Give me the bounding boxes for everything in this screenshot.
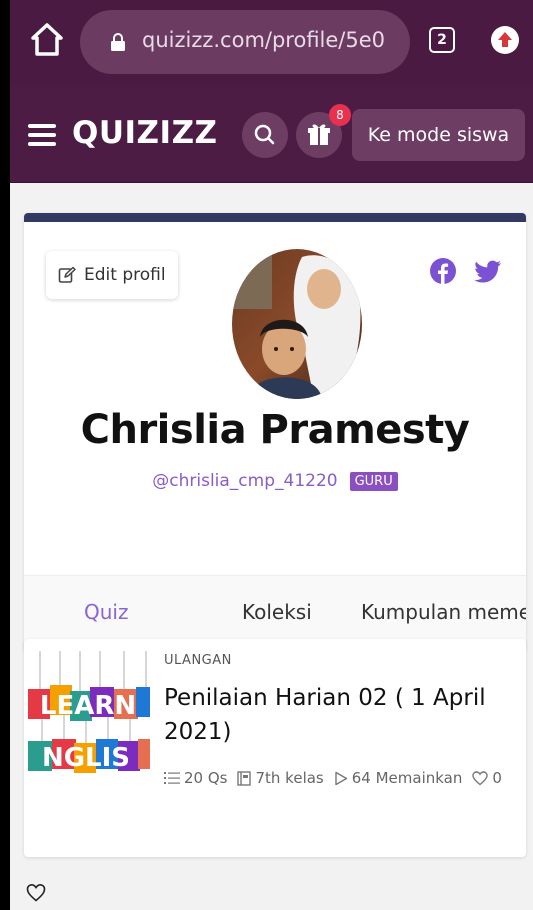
twitter-icon[interactable] [474,260,502,284]
likes[interactable]: 0 [472,769,502,787]
quiz-thumbnail: LEARN NGLIS [28,651,150,783]
question-count: 20 Qs [164,769,227,787]
question-count-text: 20 Qs [184,769,228,787]
profile-card-accent-bar [24,213,526,222]
tab-switcher-button[interactable]: 2 [429,27,455,53]
profile-handle-row: @chrislia_cmp_41220 GURU [24,471,526,491]
grade-text: 7th kelas [255,769,324,787]
edit-profile-label: Edit profil [84,265,166,285]
grade: 7th kelas [237,769,324,787]
heart-icon[interactable] [26,883,46,903]
quiz-card[interactable]: LEARN NGLIS ULANGAN Penilaian Harian 02 … [24,639,526,857]
facebook-icon[interactable] [430,258,456,284]
notification-badge: 8 [329,104,351,126]
thumb-line-2: NGLIS [42,743,130,773]
search-button[interactable] [242,112,288,158]
avatar[interactable] [232,249,362,399]
upload-icon[interactable] [491,26,519,54]
profile-handle: @chrislia_cmp_41220 [152,471,338,491]
thumb-line-1: LEARN [40,691,136,721]
edit-profile-button[interactable]: Edit profil [46,251,178,299]
plays-text: 64 Memainkan [351,769,463,787]
lock-icon [111,33,125,51]
list-icon [164,772,180,784]
tab-koleksi[interactable]: Koleksi [242,600,312,624]
tab-kumpulan-meme[interactable]: Kumpulan meme [361,600,526,624]
plays: 64 Memainkan [334,769,463,787]
book-icon [237,770,252,786]
likes-count: 0 [492,769,502,787]
app-header: QUIZIZZ 8 Ke mode siswa [10,85,533,183]
quiz-meta: 20 Qs 7th kelas 64 Memainkan 0 [164,769,512,787]
quiz-type: ULANGAN [164,653,232,668]
quiz-title[interactable]: Penilaian Harian 02 ( 1 April 2021) [164,681,504,749]
url-text: quizizz.com/profile/5e0 [142,28,386,52]
tab-quiz[interactable]: Quiz [84,600,128,624]
url-bar[interactable]: quizizz.com/profile/5e0 [80,10,410,74]
menu-icon[interactable] [28,124,56,146]
browser-address-bar: quizizz.com/profile/5e0 2 [10,0,533,85]
quizizz-logo[interactable]: QUIZIZZ [72,115,218,151]
page-content: Edit profil Chrislia Pramesty @chrislia_… [10,183,533,910]
home-icon[interactable] [30,22,64,58]
heart-icon [472,770,489,785]
play-icon [335,771,347,785]
edit-icon [58,266,76,283]
student-mode-button[interactable]: Ke mode siswa [352,109,525,161]
profile-name: Chrislia Pramesty [80,407,470,453]
search-icon [254,124,275,145]
role-badge: GURU [349,471,398,491]
profile-card: Edit profil Chrislia Pramesty @chrislia_… [24,213,526,651]
